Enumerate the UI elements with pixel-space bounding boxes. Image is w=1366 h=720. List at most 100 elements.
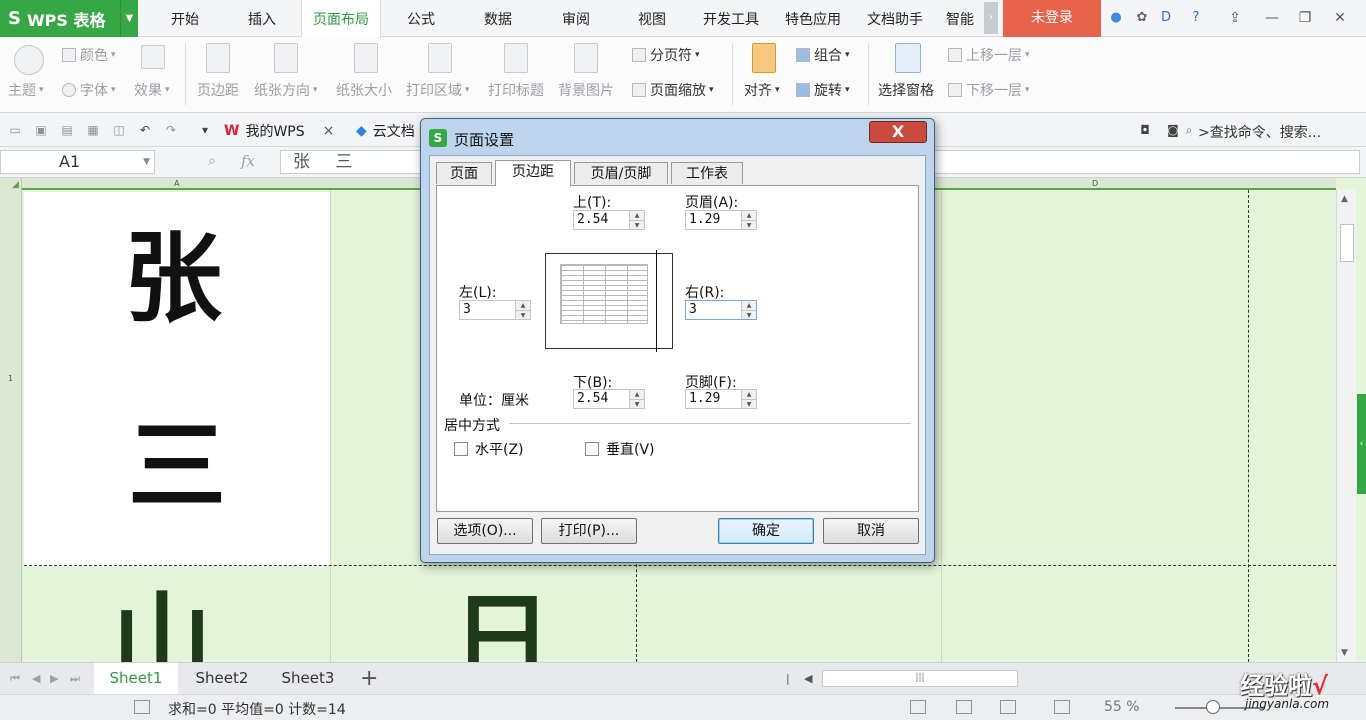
stepper-up-icon[interactable]: ▲ — [630, 390, 644, 399]
sheet-tab-sheet1[interactable]: Sheet1 — [94, 663, 178, 694]
send-backward-button[interactable]: 下移一层 ▾ — [948, 80, 1030, 100]
tab-developer[interactable]: 开发工具 — [696, 0, 766, 37]
horizontal-center-label[interactable]: 水平(Z) — [475, 439, 524, 459]
select-all-corner[interactable]: ◢ — [12, 180, 19, 190]
page-zoom-button[interactable]: 页面缩放 ▾ — [632, 80, 714, 100]
footer-margin-stepper[interactable]: 1.29 ▲ ▼ — [685, 389, 757, 409]
print-preview-icon[interactable]: ◫ — [112, 123, 126, 137]
next-sheet-icon[interactable]: ▶ — [50, 672, 58, 685]
top-margin-stepper[interactable]: 2.54 ▲ ▼ — [573, 210, 645, 230]
redo-icon[interactable]: ↷ — [164, 123, 178, 137]
normal-view-icon[interactable] — [910, 700, 926, 714]
orientation-button[interactable]: 纸张方向 ▾ — [254, 80, 318, 100]
tab-features[interactable]: 特色应用 — [778, 0, 848, 37]
vertical-center-label[interactable]: 垂直(V) — [606, 439, 655, 459]
stepper-down-icon[interactable]: ▼ — [516, 310, 530, 319]
stepper-down-icon[interactable]: ▼ — [630, 220, 644, 229]
font-button[interactable]: 字体 ▾ — [62, 80, 116, 100]
close-window-icon[interactable]: ✕ — [1330, 8, 1350, 28]
tab-smart[interactable]: 智能 — [940, 0, 980, 37]
feedback-icon[interactable]: ◘ — [1138, 123, 1152, 137]
last-sheet-icon[interactable]: ⏭ — [70, 672, 80, 686]
print-button[interactable]: 打印(P)... — [541, 518, 637, 544]
theme-button[interactable]: 主题 ▾ — [8, 80, 44, 100]
row-label-1[interactable]: 1 — [8, 374, 13, 383]
horizontal-center-checkbox[interactable] — [454, 442, 468, 456]
ok-button[interactable]: 确定 — [718, 518, 814, 544]
tab-worksheet[interactable]: 工作表 — [671, 162, 743, 184]
stepper-up-icon[interactable]: ▲ — [742, 211, 756, 220]
tab-doc-assistant[interactable]: 文档助手 — [860, 0, 930, 37]
tab-insert[interactable]: 插入 — [228, 0, 296, 37]
zoom-level[interactable]: 55 % — [1104, 699, 1140, 715]
tab-review[interactable]: 审阅 — [543, 0, 609, 37]
bottom-margin-stepper[interactable]: 2.54 ▲ ▼ — [573, 389, 645, 409]
scroll-left-icon[interactable]: ◀ — [804, 672, 812, 685]
app-menu-button[interactable]: S WPS 表格 ▼ — [0, 0, 138, 37]
command-search-input[interactable]: >查找命令、搜索... — [1198, 122, 1321, 142]
sheet-tab-sheet3[interactable]: Sheet3 — [266, 663, 350, 694]
bring-forward-button[interactable]: 上移一层 ▾ — [948, 45, 1030, 65]
right-margin-stepper[interactable]: 3 ▲ ▼ — [685, 300, 757, 320]
close-icon[interactable]: × — [323, 123, 335, 139]
help-icon[interactable]: ? — [1188, 10, 1204, 26]
add-sheet-icon[interactable]: + — [360, 666, 378, 691]
options-button[interactable]: 选项(O)... — [437, 518, 533, 544]
zoom-formula-icon[interactable]: ⌕ — [208, 153, 216, 169]
column-label-d[interactable]: D — [1092, 179, 1098, 188]
undo-icon[interactable]: ↶ — [138, 123, 152, 137]
quick-access-dropdown-icon[interactable]: ▾ — [198, 123, 212, 137]
skin-toggle-icon[interactable]: ◙ — [1166, 123, 1180, 137]
share-icon[interactable]: D — [1158, 10, 1174, 26]
column-label-a[interactable]: A — [174, 179, 179, 188]
chevron-down-icon[interactable]: ▼ — [143, 151, 150, 173]
splitter-handle[interactable]: | — [786, 672, 790, 685]
reading-view-icon[interactable] — [1000, 700, 1016, 714]
tab-data[interactable]: 数据 — [465, 0, 531, 37]
print-area-button[interactable]: 打印区域 ▾ — [406, 80, 470, 100]
stepper-down-icon[interactable]: ▼ — [630, 399, 644, 408]
page-break-button[interactable]: 分页符 ▾ — [632, 45, 700, 65]
paper-size-button[interactable]: 纸张大小 — [336, 80, 392, 100]
horizontal-scrollbar[interactable]: ||| — [822, 670, 1018, 687]
chevron-down-icon[interactable]: ▼ — [120, 0, 138, 37]
stepper-down-icon[interactable]: ▼ — [742, 220, 756, 229]
scroll-down-icon[interactable]: ▼ — [1341, 648, 1348, 658]
export-pdf-icon[interactable]: ▤ — [60, 123, 74, 137]
doc-tab-my-wps[interactable]: W 我的WPS × — [224, 119, 334, 143]
tab-formulas[interactable]: 公式 — [388, 0, 454, 37]
insert-function-icon[interactable]: fx — [241, 152, 255, 170]
stepper-up-icon[interactable]: ▲ — [742, 390, 756, 399]
stepper-up-icon[interactable]: ▲ — [516, 301, 530, 310]
doc-tab-cloud-docs[interactable]: ◆ 云文档 — [356, 119, 415, 143]
scrollbar-thumb[interactable] — [1340, 224, 1354, 262]
tab-home[interactable]: 开始 — [150, 0, 220, 37]
align-button[interactable]: 对齐 ▾ — [744, 80, 780, 100]
scroll-up-icon[interactable]: ▲ — [1341, 194, 1348, 204]
stepper-up-icon[interactable]: ▲ — [630, 211, 644, 220]
tab-margins[interactable]: 页边距 — [495, 160, 571, 186]
stepper-down-icon[interactable]: ▼ — [742, 310, 756, 319]
print-icon[interactable]: ▦ — [86, 123, 100, 137]
prev-sheet-icon[interactable]: ◀ — [32, 672, 40, 685]
tab-view[interactable]: 视图 — [619, 0, 685, 37]
header-margin-stepper[interactable]: 1.29 ▲ ▼ — [685, 210, 757, 230]
cloud-sync-icon[interactable]: ● — [1108, 10, 1124, 26]
dialog-title-bar[interactable]: S 页面设置 X — [421, 119, 934, 153]
side-panel-toggle[interactable]: ‹ — [1357, 394, 1366, 494]
tab-page-layout[interactable]: 页面布局 — [301, 0, 381, 38]
background-image-button[interactable]: 背景图片 — [558, 80, 614, 100]
left-margin-stepper[interactable]: 3 ▲ ▼ — [459, 300, 531, 320]
macro-icon[interactable] — [134, 700, 150, 714]
minimize-icon[interactable]: — — [1262, 8, 1282, 28]
color-button[interactable]: 颜色 ▾ — [62, 45, 116, 65]
close-dialog-button[interactable]: X — [869, 121, 927, 143]
vertical-center-checkbox[interactable] — [585, 442, 599, 456]
cancel-button[interactable]: 取消 — [823, 518, 919, 544]
open-icon[interactable]: ▭ — [8, 123, 22, 137]
first-sheet-icon[interactable]: ⏮ — [10, 672, 20, 686]
sheet-tab-sheet2[interactable]: Sheet2 — [180, 663, 264, 694]
maximize-icon[interactable]: ❐ — [1295, 8, 1315, 28]
vertical-scrollbar[interactable]: ▲ ▼ — [1336, 190, 1356, 662]
group-button[interactable]: 组合 ▾ — [796, 45, 850, 65]
